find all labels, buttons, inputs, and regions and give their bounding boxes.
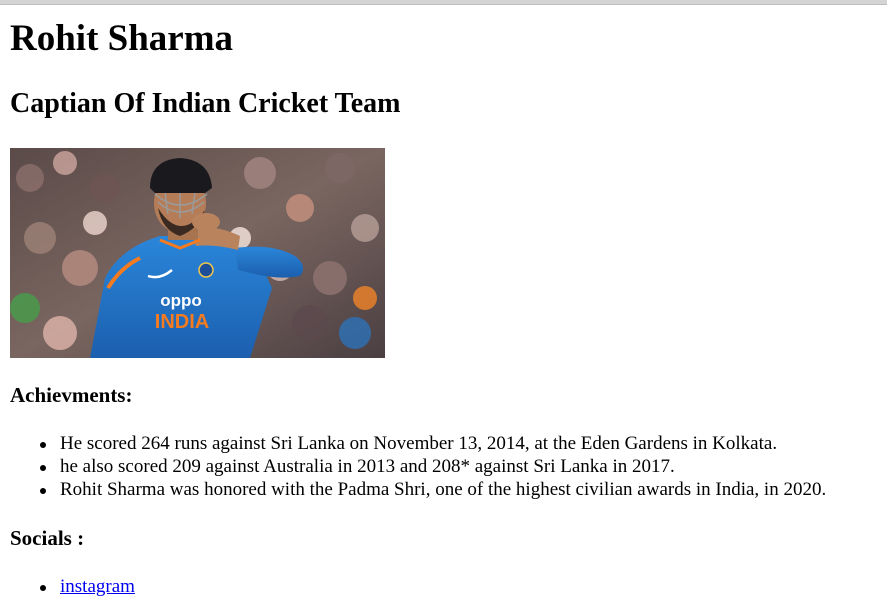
jersey-country-text: INDIA (155, 311, 209, 333)
list-item: instagram (10, 575, 135, 598)
jersey-sponsor-text: oppo (160, 291, 202, 310)
list-item: he also scored 209 against Australia in … (10, 455, 826, 478)
page-subtitle: Captian Of Indian Cricket Team (10, 88, 401, 119)
instagram-link[interactable]: instagram (60, 576, 135, 597)
socials-heading: Socials : (10, 526, 85, 550)
list-item: He scored 264 runs against Sri Lanka on … (10, 432, 826, 455)
list-item: Rohit Sharma was honored with the Padma … (10, 478, 826, 501)
socials-list: instagram (10, 575, 135, 598)
browser-top-border (0, 0, 887, 5)
achievements-list: He scored 264 runs against Sri Lanka on … (10, 432, 826, 501)
achievements-heading: Achievments: (10, 383, 133, 407)
page-title: Rohit Sharma (10, 18, 234, 59)
player-photo: oppo INDIA (10, 148, 385, 358)
